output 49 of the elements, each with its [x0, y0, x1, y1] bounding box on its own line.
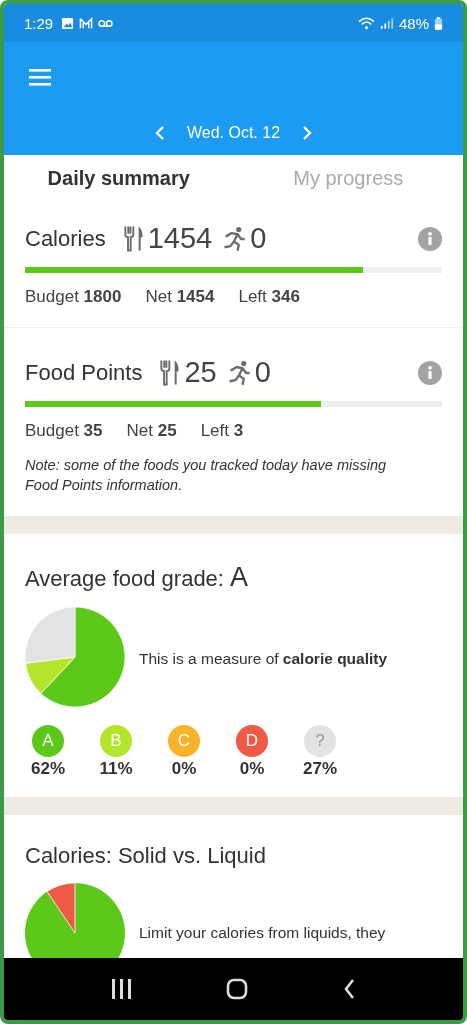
menu-icon[interactable]: [29, 68, 51, 86]
running-person-icon: [226, 359, 251, 386]
card-title: Average food grade:: [25, 565, 224, 592]
battery-icon: [434, 16, 443, 30]
grade-percent: 11%: [99, 758, 133, 779]
back-icon[interactable]: [344, 979, 356, 999]
note-text: Note: some of the foods you tracked today have missing Food Points information.: [25, 456, 388, 496]
stat-value: Net 25: [126, 421, 177, 441]
grade-percent: 0%: [171, 758, 197, 779]
description-text: Limit your calories from liquids, they: [139, 923, 386, 942]
stat-value: Budget 1800: [25, 287, 122, 307]
fork-knife-icon: [123, 225, 144, 252]
grade-badge: C: [168, 724, 200, 757]
clock-time: 1:29: [24, 14, 54, 32]
running-person-icon: [222, 225, 247, 252]
signal-icon: [379, 16, 394, 30]
food-total: 25: [184, 356, 217, 389]
home-icon[interactable]: [226, 978, 249, 1000]
grade-badge: B: [100, 724, 132, 757]
section-title: Food Points: [25, 359, 143, 386]
grade-badge: D: [236, 724, 268, 757]
stat-value: Left 3: [200, 421, 244, 441]
current-date: Wed. Oct. 12: [186, 124, 281, 142]
grade-percent: 62%: [31, 758, 65, 779]
info-icon[interactable]: [418, 360, 442, 385]
grade-badge: ?: [304, 724, 336, 757]
stat-value: Budget 35: [25, 421, 103, 441]
grade-badge: A: [32, 724, 64, 757]
stat-value: Left 346: [238, 287, 300, 307]
wifi-icon: [357, 16, 375, 30]
description-text: This is a measure of calorie quality: [139, 649, 388, 668]
stat-value: Net 1454: [145, 287, 215, 307]
card-title: Calories: Solid vs. Liquid: [25, 842, 266, 869]
tab[interactable]: Daily summary: [4, 167, 234, 200]
next-day-icon[interactable]: [302, 126, 313, 140]
image-icon: [61, 16, 75, 30]
grade-percent: 0%: [239, 758, 265, 779]
exercise-total: 0: [250, 222, 267, 255]
grade-letter: A: [229, 561, 248, 593]
recent-apps-icon[interactable]: [111, 979, 131, 999]
fork-knife-icon: [160, 359, 181, 386]
food-total: 1454: [147, 222, 213, 255]
battery-level: 48%: [398, 14, 429, 32]
exercise-total: 0: [254, 356, 271, 389]
section-title: Calories: [25, 225, 106, 252]
grade-percent: 27%: [303, 758, 337, 779]
previous-day-icon[interactable]: [154, 126, 165, 140]
info-icon[interactable]: [418, 226, 442, 251]
mail-icon: [79, 16, 94, 30]
